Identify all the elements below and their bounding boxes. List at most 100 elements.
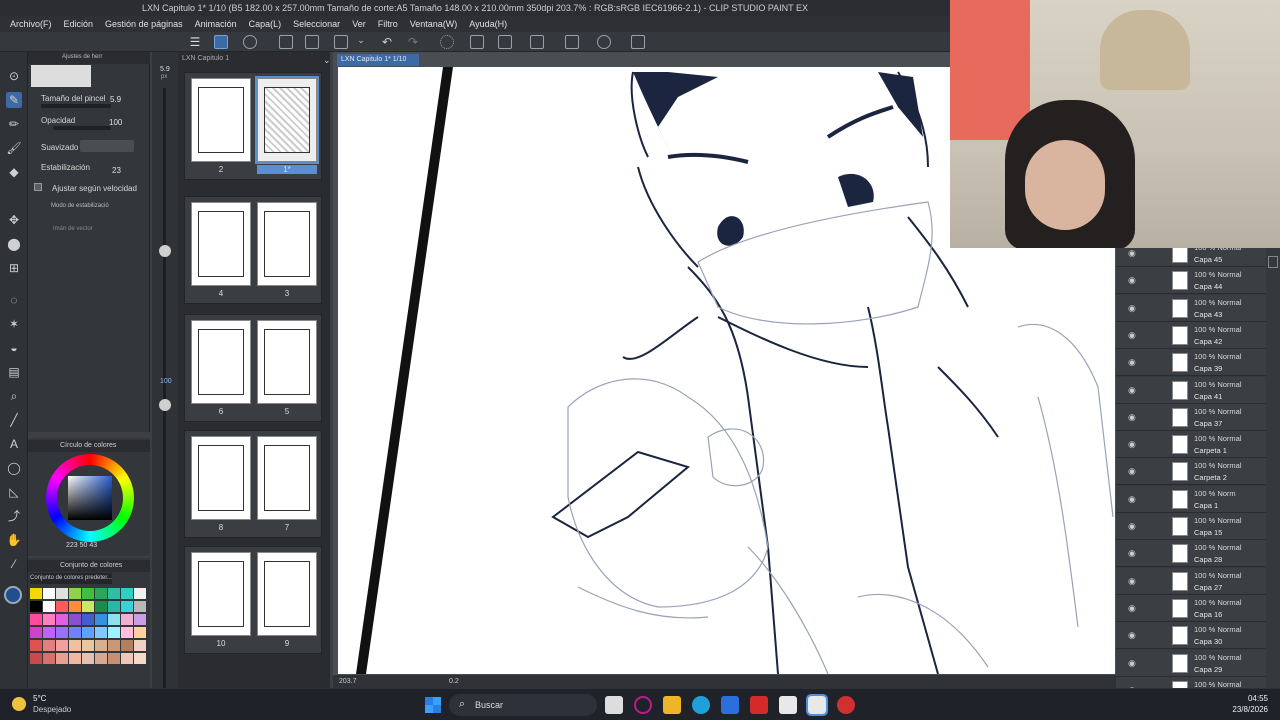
color-swatch[interactable] xyxy=(95,588,107,599)
eye-icon[interactable]: ◉ xyxy=(1128,412,1136,423)
obs-icon[interactable] xyxy=(837,696,855,714)
new-file-icon[interactable] xyxy=(279,35,293,49)
compass-icon[interactable] xyxy=(597,35,611,49)
page-thumb[interactable] xyxy=(191,202,251,286)
magic-wand-tool-icon[interactable]: ✶ xyxy=(6,316,22,332)
page-thumb[interactable] xyxy=(257,436,317,520)
brush-tool-icon[interactable]: 🖌 xyxy=(6,140,22,156)
paint-bucket-tool-icon[interactable]: ◒ xyxy=(6,340,22,356)
color-swatch[interactable] xyxy=(134,601,146,612)
eye-icon[interactable]: ◉ xyxy=(1128,385,1136,396)
loading-icon[interactable] xyxy=(440,35,454,49)
clipboard-icon[interactable] xyxy=(565,35,579,49)
correction-tool-icon[interactable]: ⤴ xyxy=(6,508,22,524)
color-swatch[interactable] xyxy=(30,640,42,651)
layer-row[interactable]: ◉ 100 % Normal Capa 37 xyxy=(1116,403,1266,431)
color-swatch[interactable] xyxy=(56,640,68,651)
color-swatch[interactable] xyxy=(30,601,42,612)
pages-tab[interactable]: LXN Capitulo 1 xyxy=(182,55,229,62)
window-icon[interactable] xyxy=(631,35,645,49)
lasso-tool-icon[interactable]: ◌ xyxy=(6,292,22,308)
menu-ayuda[interactable]: Ayuda(H) xyxy=(463,16,513,32)
task-view-icon[interactable] xyxy=(605,696,623,714)
color-swatch[interactable] xyxy=(82,627,94,638)
color-swatch[interactable] xyxy=(95,640,107,651)
layer-row[interactable]: ◉ 100 % Normal Carpeta 1 xyxy=(1116,431,1266,459)
color-swatch[interactable] xyxy=(43,653,55,664)
color-swatch[interactable] xyxy=(82,614,94,625)
color-swatch[interactable] xyxy=(69,614,81,625)
hamburger-menu-icon[interactable]: ☰ xyxy=(188,35,202,49)
chevron-down-icon[interactable]: ⌄ xyxy=(323,55,331,66)
color-swatch[interactable] xyxy=(82,601,94,612)
layer-row[interactable]: ◉ 100 % Normal Capa 27 xyxy=(1116,567,1266,595)
opacity-value[interactable]: 100 xyxy=(109,118,122,127)
size-slider-track[interactable] xyxy=(163,88,166,688)
color-swatch[interactable] xyxy=(95,653,107,664)
balloon-tool-icon[interactable]: ◯ xyxy=(6,460,22,476)
redo-icon[interactable]: ↷ xyxy=(406,35,420,49)
companion-icon[interactable] xyxy=(243,35,257,49)
color-swatch[interactable] xyxy=(134,627,146,638)
color-swatch[interactable] xyxy=(56,653,68,664)
line-tool-icon[interactable]: ╱ xyxy=(6,412,22,428)
color-swatch[interactable] xyxy=(30,614,42,625)
color-swatch[interactable] xyxy=(69,640,81,651)
page-thumb[interactable] xyxy=(191,320,251,404)
flip-icon[interactable] xyxy=(530,35,544,49)
color-swatch[interactable] xyxy=(43,588,55,599)
gradient-tool-icon[interactable]: ▤ xyxy=(6,364,22,380)
file-explorer-icon[interactable] xyxy=(663,696,681,714)
clip-studio-paint-icon[interactable] xyxy=(806,694,828,716)
pencil-tool-icon[interactable]: ✏ xyxy=(6,116,22,132)
hue-ring[interactable] xyxy=(46,454,134,542)
weather-icon[interactable] xyxy=(12,697,26,711)
eye-icon[interactable]: ◉ xyxy=(1128,275,1136,286)
clock-time[interactable]: 04:55 xyxy=(1222,694,1268,703)
color-swatch[interactable] xyxy=(56,588,68,599)
color-swatch[interactable] xyxy=(108,640,120,651)
page-thumb[interactable] xyxy=(257,320,317,404)
pen-tool-icon[interactable]: ✎ xyxy=(6,92,22,108)
menu-seleccionar[interactable]: Seleccionar xyxy=(287,16,346,32)
color-swatch[interactable] xyxy=(69,601,81,612)
figure-tool-icon[interactable]: ⌕ xyxy=(6,388,22,404)
color-swatch[interactable] xyxy=(30,627,42,638)
page-thumb[interactable] xyxy=(191,436,251,520)
eye-icon[interactable]: ◉ xyxy=(1128,330,1136,341)
edge-icon[interactable] xyxy=(692,696,710,714)
rotation-value[interactable]: 0.2 xyxy=(449,675,459,688)
layer-row[interactable]: ◉ 100 % Normal Capa 43 xyxy=(1116,294,1266,322)
save-icon[interactable] xyxy=(334,35,348,49)
color-swatch[interactable] xyxy=(56,614,68,625)
color-swatch[interactable] xyxy=(95,601,107,612)
stabilization-value[interactable]: 23 xyxy=(112,166,121,175)
color-swatch[interactable] xyxy=(82,653,94,664)
eye-icon[interactable]: ◉ xyxy=(1128,658,1136,669)
layer-row[interactable]: ◉ 100 % Normal Capa 42 xyxy=(1116,321,1266,349)
color-swatch[interactable] xyxy=(43,614,55,625)
chevron-down-icon[interactable]: ⌄ xyxy=(354,35,368,49)
layer-row[interactable]: ◉ 100 % Norm Capa 1 xyxy=(1116,485,1266,513)
layer-row[interactable]: ◉ 100 % Normal Capa 45 xyxy=(1116,248,1266,267)
color-swatch[interactable] xyxy=(43,627,55,638)
clip-studio-icon[interactable] xyxy=(779,696,797,714)
brush-mode-icon[interactable] xyxy=(214,35,228,49)
page-thumb-selected[interactable] xyxy=(255,76,319,164)
layer-row[interactable]: ◉ 100 % Normal Capa 41 xyxy=(1116,376,1266,404)
ruler-tool-icon[interactable]: ◺ xyxy=(6,484,22,500)
color-swatch[interactable] xyxy=(30,653,42,664)
layer-row[interactable]: ◉ 100 % Normal Capa 29 xyxy=(1116,649,1266,677)
layer-row[interactable]: ◉ 100 % Normal Carpeta 2 xyxy=(1116,458,1266,486)
opera-icon[interactable] xyxy=(634,696,652,714)
color-swatch[interactable] xyxy=(134,588,146,599)
windows-start-icon[interactable] xyxy=(425,697,441,713)
undo-icon[interactable]: ↶ xyxy=(380,35,394,49)
clock-date[interactable]: 23/8/2026 xyxy=(1222,705,1268,714)
menu-ventana[interactable]: Ventana(W) xyxy=(404,16,464,32)
menu-ver[interactable]: Ver xyxy=(346,16,372,32)
color-swatch[interactable] xyxy=(121,588,133,599)
wps-icon[interactable] xyxy=(750,696,768,714)
layer-row[interactable]: ◉ 100 % Normal Capa 16 xyxy=(1116,594,1266,622)
main-color-icon[interactable] xyxy=(4,586,22,604)
